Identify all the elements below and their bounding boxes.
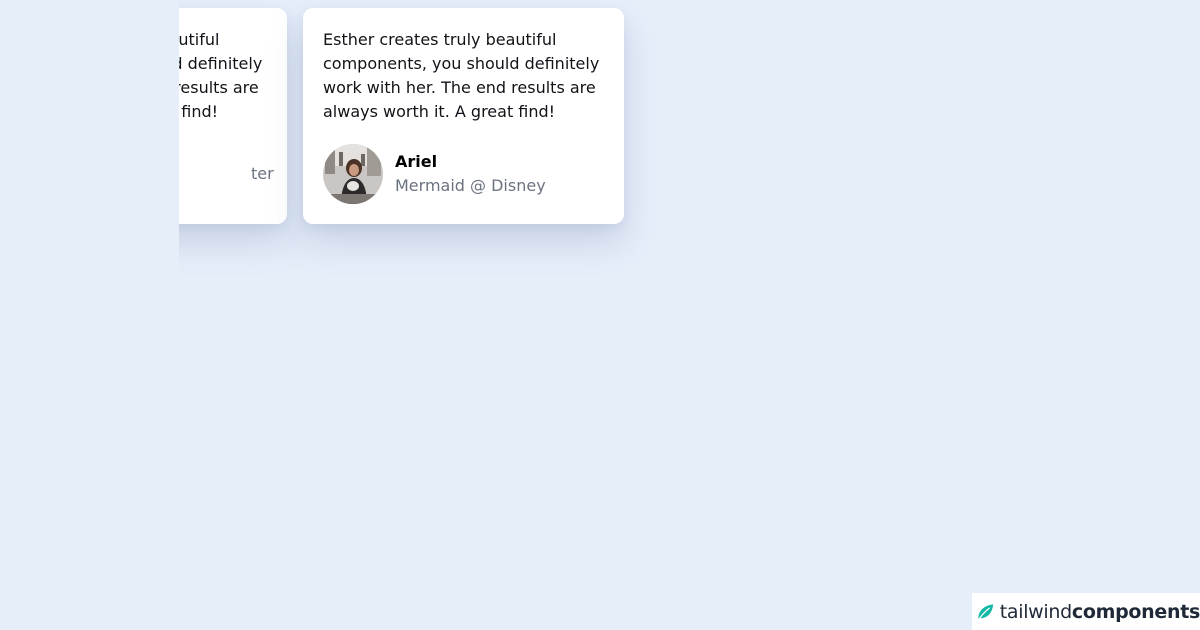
brand-logo[interactable]: tailwindcomponents	[972, 593, 1200, 630]
avatar-photo-icon	[323, 144, 383, 204]
avatar	[323, 144, 383, 204]
testimonial-quote: Esther creates truly beautiful component…	[179, 30, 263, 121]
testimonial-card: Esther creates truly beautiful component…	[303, 8, 624, 224]
testimonial-card: Esther creates truly beautiful component…	[179, 8, 287, 224]
testimonial-author: ter	[179, 144, 274, 204]
author-role: Mermaid @ Disney	[395, 176, 546, 195]
brand-text-light: tailwind	[999, 600, 1072, 623]
testimonial-carousel: Esther creates truly beautiful component…	[179, 0, 1200, 320]
testimonial-author: Ariel Mermaid @ Disney	[323, 144, 546, 204]
leaf-icon	[978, 603, 994, 620]
author-role: ter	[251, 164, 274, 183]
testimonial-quote: Esther creates truly beautiful component…	[323, 30, 600, 121]
author-name: Ariel	[395, 152, 438, 171]
brand-text-bold: components	[1071, 600, 1200, 623]
brand-text: tailwindcomponents	[1000, 601, 1200, 623]
